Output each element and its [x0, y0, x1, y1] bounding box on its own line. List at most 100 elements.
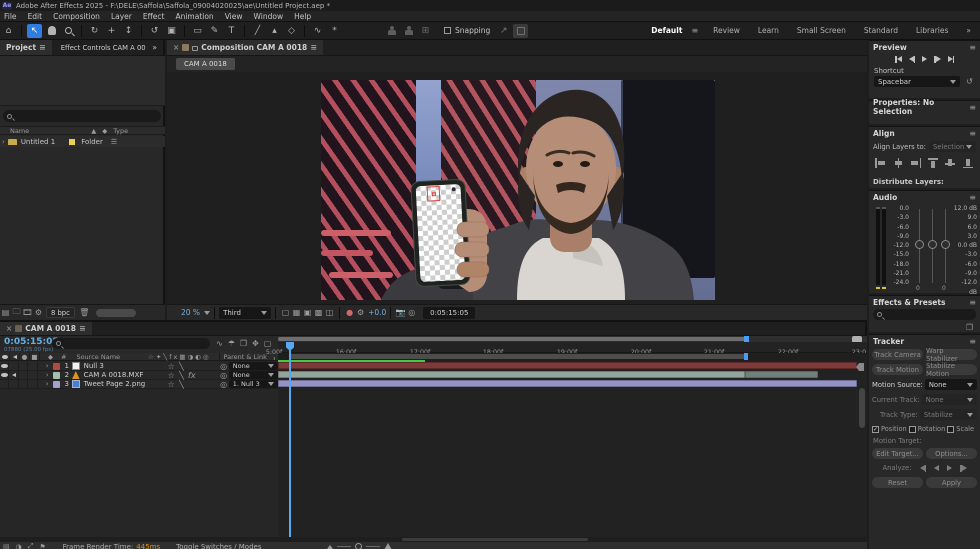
bit-depth-button[interactable]: 8 bpc	[46, 307, 75, 318]
snapshot-camera-icon[interactable]: 📷	[395, 307, 406, 318]
parent-dropdown[interactable]: None	[228, 371, 279, 379]
align-h-center-icon[interactable]	[893, 158, 904, 168]
selection-tool-icon[interactable]: ↖	[27, 23, 42, 38]
frame-blending-icon[interactable]: ✥	[250, 338, 261, 349]
playhead-line[interactable]	[289, 342, 291, 537]
layer-solo[interactable]	[19, 380, 29, 388]
col-type[interactable]: Type	[113, 127, 128, 135]
maximize-frame-icon[interactable]	[513, 23, 529, 38]
gamma-icon[interactable]: ⚙	[355, 307, 366, 318]
guides-icon[interactable]: ▩	[313, 307, 324, 318]
align-target-dropdown[interactable]: Selection	[928, 141, 976, 152]
draft-3d-icon[interactable]: ☂	[226, 338, 237, 349]
work-area-end-marker[interactable]	[744, 353, 748, 360]
layer-solo[interactable]	[19, 362, 29, 370]
menu-layer[interactable]: Layer	[111, 12, 132, 21]
toggle-switches-modes-button[interactable]: Toggle Switches / Modes	[176, 543, 261, 549]
project-row-untitled[interactable]: › Untitled 1 Folder ☰	[0, 136, 165, 147]
audio-column-icon[interactable]	[10, 352, 20, 361]
magnification-value[interactable]: 20 %	[181, 308, 200, 317]
workspace-menu-icon[interactable]: ≡	[691, 26, 698, 35]
label-swatch[interactable]	[69, 138, 76, 145]
render-flag-icon[interactable]: ⚑	[39, 543, 45, 549]
timeline-hscroll-thumb[interactable]	[402, 538, 588, 541]
menu-edit[interactable]: Edit	[28, 12, 43, 21]
reset-button[interactable]: Reset	[872, 477, 923, 488]
sort-arrow-icon[interactable]: ▲	[91, 127, 96, 135]
col-name[interactable]: Name	[10, 127, 29, 135]
panel-menu-icon[interactable]: ≡	[969, 337, 976, 346]
timeline-track-area[interactable]: 5:00f 16:00f 17:00f 18:00f 19:00f 20:00f…	[266, 336, 867, 542]
transparency-grid-icon[interactable]: ▦	[291, 307, 302, 318]
label-swatch[interactable]	[52, 371, 60, 379]
tab-effect-controls[interactable]: Effect Controls CAM A 0018.MXF	[52, 40, 147, 55]
layer-visibility-icon[interactable]	[0, 362, 10, 370]
layer-name[interactable]: Null 3	[84, 362, 166, 370]
breadcrumb[interactable]: CAM A 0018	[176, 58, 235, 70]
comp-marker-button[interactable]	[856, 363, 864, 371]
project-hscroll-thumb[interactable]	[95, 308, 136, 317]
lock-icon[interactable]	[192, 46, 199, 51]
panel-menu-icon[interactable]: ≡	[79, 324, 86, 333]
effects-search-input[interactable]	[873, 309, 976, 320]
apply-button[interactable]: Apply	[926, 477, 977, 488]
rectangle-tool-icon[interactable]: ▭	[190, 24, 205, 38]
timeline-search-input[interactable]	[52, 338, 210, 349]
trash-icon[interactable]: 🗑	[79, 307, 90, 318]
interpret-footage-icon[interactable]: ▤	[0, 307, 11, 318]
comp-viewer[interactable]	[167, 72, 867, 304]
layer-audio-icon[interactable]	[9, 380, 19, 388]
play-button[interactable]	[922, 56, 927, 62]
expand-transfer-controls-icon[interactable]: ◑	[16, 543, 22, 549]
type-tool-icon[interactable]: T	[224, 24, 239, 38]
label-column-icon[interactable]: ◆	[102, 127, 107, 135]
audio-slider-knob-master[interactable]	[941, 240, 950, 249]
tab-composition[interactable]: × Composition CAM A 0018 ≡	[167, 40, 323, 55]
zoom-tool-icon[interactable]	[61, 24, 76, 38]
motion-source-dropdown[interactable]: None	[924, 379, 977, 390]
layer-row-cam[interactable]: › 2 CAM A 0018.MXF ☆ ╲ fx ◎ None	[0, 371, 279, 380]
align-top-icon[interactable]	[927, 158, 939, 168]
solo-column-icon[interactable]: ●	[20, 352, 30, 361]
tab-project[interactable]: Project ≡	[0, 40, 52, 55]
first-frame-button[interactable]	[895, 55, 902, 63]
tab-timeline-comp[interactable]: × CAM A 0018 ≡	[0, 322, 92, 335]
work-area-row[interactable]	[278, 353, 867, 362]
align-v-center-icon[interactable]	[945, 158, 956, 168]
panel-menu-icon[interactable]: ≡	[310, 43, 317, 52]
layer-row-null3[interactable]: › 1 Null 3 ☆ ╲ ◎ None	[0, 362, 278, 371]
time-ruler[interactable]: 5:00f 16:00f 17:00f 18:00f 19:00f 20:00f…	[266, 342, 867, 360]
layer-bar-null3[interactable]	[278, 362, 857, 369]
panel-menu-icon[interactable]: ≡	[969, 43, 976, 52]
workspace-review[interactable]: Review	[704, 26, 749, 35]
audio-slider-knob-right[interactable]	[928, 240, 937, 249]
warp-stabilizer-button[interactable]: Warp Stabilizer	[926, 347, 977, 363]
panel-menu-icon[interactable]: ≡	[969, 193, 976, 202]
menu-view[interactable]: View	[225, 12, 243, 21]
pan-camera-tool-icon[interactable]: +	[104, 24, 119, 38]
layer-name[interactable]: Tweet Page 2.png	[84, 380, 166, 388]
mask-edge-icon[interactable]: ▣	[302, 307, 313, 318]
orbit-camera-tool-icon[interactable]: ↻	[87, 24, 102, 38]
layer-bar-cam-tail[interactable]	[745, 371, 818, 378]
expander-icon[interactable]: ›	[46, 371, 49, 379]
index-column[interactable]: #	[61, 353, 66, 361]
zoom-in-mountain-icon[interactable]	[384, 543, 393, 549]
stabilize-motion-button[interactable]: Stabilize Motion	[926, 362, 977, 378]
expander-icon[interactable]: ›	[2, 138, 5, 146]
tab-overflow-icon[interactable]: »	[146, 40, 163, 55]
track-camera-button[interactable]: Track Camera	[872, 349, 923, 360]
menu-effect[interactable]: Effect	[143, 12, 165, 21]
paragraph-panel-icon[interactable]	[401, 24, 416, 38]
camera-tool-icon[interactable]: ▣	[164, 24, 179, 38]
region-of-interest-icon[interactable]: ▢	[280, 307, 291, 318]
shy-switch[interactable]: ☆	[166, 379, 176, 390]
new-panel-icon[interactable]: ❐	[964, 322, 975, 333]
expand-layer-switches-icon[interactable]: ▤	[3, 543, 10, 549]
workspace-learn[interactable]: Learn	[749, 26, 788, 35]
project-settings-icon[interactable]: ⚙	[33, 307, 44, 318]
menu-composition[interactable]: Composition	[53, 12, 100, 21]
quality-switch[interactable]: ╲	[176, 379, 186, 390]
source-name-column[interactable]: Source Name	[76, 353, 120, 361]
layer-name[interactable]: CAM A 0018.MXF	[84, 371, 166, 379]
